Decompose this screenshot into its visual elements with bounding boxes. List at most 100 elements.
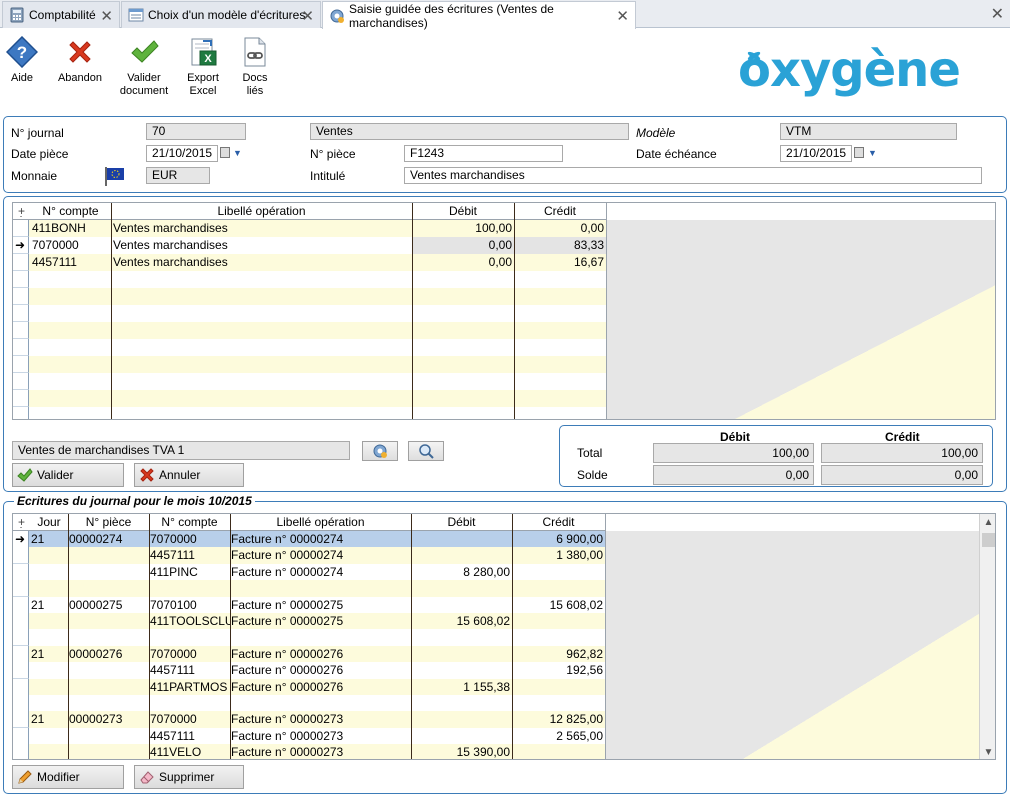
row-selector[interactable] [13,254,29,271]
grid-options-icon[interactable]: +̣ [13,203,30,220]
journal-row[interactable]: 21 00000273 7070000 Facture n° 00000273 12 8… [13,711,605,729]
entry-row[interactable] [13,305,606,322]
col-credit[interactable]: Crédit [512,514,605,531]
entry-cell-compte[interactable]: 411BONH [30,220,111,237]
row-selector[interactable] [13,645,29,663]
entry-row[interactable] [13,322,606,339]
col-credit[interactable]: Crédit [514,203,606,220]
row-selector[interactable] [13,390,29,407]
model-settings-button[interactable] [362,441,398,461]
row-selector[interactable] [13,288,29,305]
entry-row[interactable] [13,339,606,356]
row-selector[interactable] [13,711,29,729]
row-selector[interactable] [13,271,29,288]
journal-row[interactable]: 4457111 Facture n° 00000276 192,56 [13,662,605,680]
calendar-icon[interactable] [854,147,864,158]
model-search-button[interactable] [408,441,444,461]
entry-row[interactable] [13,373,606,390]
tab-saisie-guidee[interactable]: Saisie guidée des écritures (Ventes de m… [322,1,636,30]
chevron-down-icon[interactable]: ▼ [868,148,877,158]
scrollbar-thumb[interactable] [982,533,995,547]
row-selector[interactable] [13,662,29,680]
close-icon[interactable]: ✕ [616,7,629,25]
row-selector[interactable] [13,547,29,565]
entry-row[interactable]: 411BONH Ventes marchandises 100,00 0,00 [13,220,606,237]
entry-cell-debit[interactable]: 0,00 [412,237,514,254]
close-all-icon[interactable]: ✕ [991,4,1004,24]
entry-cell-libelle[interactable]: Ventes marchandises [111,220,412,237]
row-selector[interactable] [13,373,29,390]
row-selector[interactable] [13,727,29,745]
journal-row[interactable]: 4457111 Facture n° 00000273 2 565,00 [13,727,605,745]
col-piece[interactable]: N° pièce [68,514,149,531]
entry-cell-compte[interactable]: 7070000 [30,237,111,254]
row-selector[interactable] [13,744,29,759]
row-selector[interactable] [13,613,29,630]
row-selector[interactable] [13,629,29,647]
calendar-icon[interactable] [220,147,230,158]
row-selector[interactable]: ➜ [13,237,29,254]
journal-row[interactable]: ➜ 21 00000274 7070000 Facture n° 00000274 6 9… [13,531,605,548]
row-selector[interactable] [13,220,29,237]
entry-row[interactable] [13,390,606,407]
journal-row[interactable] [13,629,605,647]
entry-row[interactable] [13,271,606,288]
row-selector[interactable] [13,596,29,614]
grid-options-icon[interactable]: +̣ [13,514,30,531]
date-echeance-field[interactable]: 21/10/2015 [780,145,852,162]
entry-row[interactable] [13,288,606,305]
col-compte[interactable]: N° compte [149,514,230,531]
col-debit[interactable]: Débit [411,514,512,531]
modifier-button[interactable]: Modifier [12,765,124,789]
vertical-scrollbar[interactable]: ▲ ▼ [979,514,995,759]
valider-document-button[interactable]: Valider document [118,36,170,98]
row-selector[interactable] [13,305,29,322]
row-selector[interactable] [13,407,29,419]
journal-row[interactable]: 411PARTMOS Facture n° 00000276 1 155,38 [13,678,605,696]
scroll-down-icon[interactable]: ▼ [980,744,995,759]
abandon-button[interactable]: Abandon [56,36,104,85]
row-selector[interactable] [13,563,29,581]
journal-row[interactable]: 4457111 Facture n° 00000274 1 380,00 [13,547,605,565]
num-piece-field[interactable]: F1243 [404,145,563,162]
row-selector[interactable]: ➜ [13,531,29,548]
scroll-up-icon[interactable]: ▲ [980,514,995,531]
journal-row[interactable]: 411PINC Facture n° 00000274 8 280,00 [13,563,605,581]
export-excel-button[interactable]: X Export Excel [182,36,224,98]
journal-row[interactable]: 411TOOLSCLU Facture n° 00000275 15 608,02 [13,613,605,630]
row-selector[interactable] [13,322,29,339]
entry-cell-libelle[interactable]: Ventes marchandises [111,254,412,271]
valider-button[interactable]: Valider [12,463,124,487]
journal-row[interactable]: 21 00000276 7070000 Facture n° 00000276 962,… [13,645,605,663]
entry-row[interactable]: ➜ 7070000 Ventes marchandises 0,00 83,33 [13,237,606,254]
col-libelle[interactable]: Libellé opération [111,203,412,220]
entry-row[interactable] [13,356,606,373]
entry-cell-libelle[interactable]: Ventes marchandises [111,237,412,254]
date-piece-field[interactable]: 21/10/2015 [146,145,218,162]
annuler-button[interactable]: Annuler [134,463,244,487]
supprimer-button[interactable]: Supprimer [134,765,244,789]
col-jour[interactable]: Jour [30,514,68,531]
row-selector[interactable] [13,339,29,356]
entry-grid[interactable]: +̣ N° compte Libellé opération Débit Cré… [12,202,996,420]
intitule-field[interactable]: Ventes marchandises [404,167,982,184]
journal-field[interactable]: 70 [146,123,246,140]
journal-row[interactable]: 21 00000275 7070100 Facture n° 00000275 15 6… [13,596,605,614]
row-selector[interactable] [13,695,29,712]
close-icon[interactable]: ✕ [100,7,113,25]
journal-row[interactable] [13,695,605,712]
entry-cell-credit[interactable]: 16,67 [514,254,606,271]
row-selector[interactable] [13,580,29,598]
col-libelle[interactable]: Libellé opération [230,514,411,531]
row-selector[interactable] [13,356,29,373]
entry-cell-credit[interactable]: 83,33 [514,237,606,254]
entry-cell-debit[interactable]: 100,00 [412,220,514,237]
entry-cell-credit[interactable]: 0,00 [514,220,606,237]
col-compte[interactable]: N° compte [30,203,111,220]
journal-row[interactable]: 411VELO Facture n° 00000273 15 390,00 [13,744,605,759]
row-selector[interactable] [13,678,29,696]
col-debit[interactable]: Débit [412,203,514,220]
docs-lies-button[interactable]: Docs liés [236,36,274,98]
tab-choix-modele[interactable]: Choix d'un modèle d'écritures ✕ [121,1,321,28]
entry-row[interactable]: 4457111 Ventes marchandises 0,00 16,67 [13,254,606,271]
